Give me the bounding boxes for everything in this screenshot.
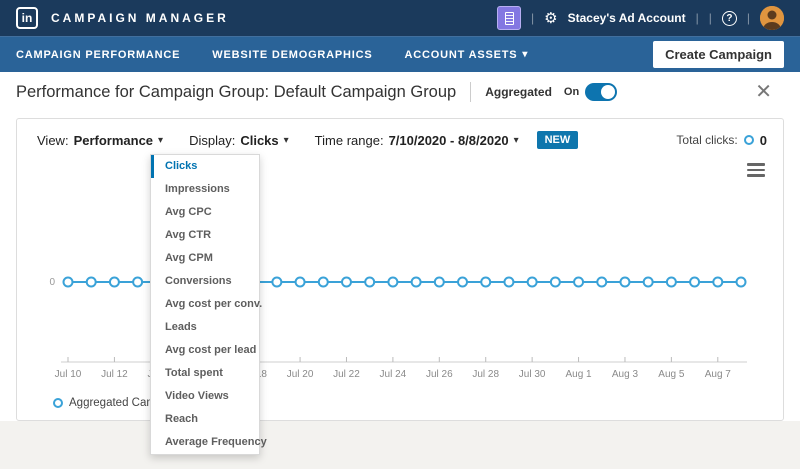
chevron-down-icon: ▾ [284, 135, 289, 146]
total-clicks-label: Total clicks: [676, 133, 737, 147]
separator: | [531, 11, 534, 25]
dropdown-item[interactable]: Avg cost per conv. [151, 293, 259, 316]
top-header: in CAMPAIGN MANAGER | ⚙ Stacey's Ad Acco… [0, 0, 800, 36]
dropdown-item[interactable]: Total spent [151, 362, 259, 385]
app-title: CAMPAIGN MANAGER [51, 11, 229, 25]
time-range-selector[interactable]: Time range: 7/10/2020 - 8/8/2020 ▾ [315, 133, 519, 148]
account-name[interactable]: Stacey's Ad Account [568, 11, 686, 25]
dropdown-item[interactable]: Reach [151, 408, 259, 431]
dropdown-item[interactable]: Average Frequency [151, 431, 259, 454]
create-campaign-button[interactable]: Create Campaign [653, 41, 784, 68]
aggregated-toggle[interactable] [585, 83, 617, 101]
svg-text:Aug 7: Aug 7 [705, 369, 732, 380]
svg-text:Aug 3: Aug 3 [612, 369, 639, 380]
svg-text:Jul 22: Jul 22 [333, 369, 360, 380]
dropdown-item[interactable]: Impressions [151, 178, 259, 201]
chevron-down-icon: ▾ [522, 49, 528, 60]
close-icon[interactable]: ✕ [755, 82, 772, 102]
linkedin-logo-icon[interactable]: in [16, 7, 38, 29]
nav-campaign-performance[interactable]: CAMPAIGN PERFORMANCE [16, 49, 180, 61]
total-clicks-value: 0 [760, 133, 767, 148]
top-header-right: | ⚙ Stacey's Ad Account | | ? | [497, 6, 784, 30]
page-title: Performance for Campaign Group: Default … [16, 83, 456, 102]
campaign-manager-page: in CAMPAIGN MANAGER | ⚙ Stacey's Ad Acco… [0, 0, 800, 469]
chevron-down-icon: ▾ [514, 135, 519, 146]
svg-text:Aug 1: Aug 1 [565, 369, 592, 380]
dropdown-item[interactable]: Avg CTR [151, 224, 259, 247]
performance-chart-svg: 0Jul 10Jul 12Jul 14Jul 16Jul 18Jul 20Jul… [17, 151, 783, 395]
chart-controls: View: Performance ▾ Display: Clicks ▾ Ti… [17, 119, 783, 149]
new-badge: NEW [537, 131, 579, 149]
aggregated-label: Aggregated [485, 85, 552, 99]
divider [470, 82, 471, 102]
nav-website-demographics[interactable]: WEBSITE DEMOGRAPHICS [212, 49, 372, 61]
view-value: Performance [74, 133, 153, 148]
chevron-down-icon: ▾ [158, 135, 163, 146]
separator: | [747, 11, 750, 25]
svg-text:Aug 5: Aug 5 [658, 369, 685, 380]
dropdown-item[interactable]: Avg CPC [151, 201, 259, 224]
display-label: Display: [189, 133, 235, 148]
business-app-icon[interactable] [497, 6, 521, 30]
separator: | [696, 11, 699, 25]
view-label: View: [37, 133, 69, 148]
separator: | [709, 11, 712, 25]
legend-marker-icon [53, 398, 63, 408]
linkedin-logo-text: in [22, 11, 33, 25]
toggle-state-label: On [564, 86, 579, 98]
svg-text:Jul 24: Jul 24 [380, 369, 407, 380]
display-selector[interactable]: Display: Clicks ▾ [189, 133, 289, 148]
dropdown-item[interactable]: Avg CPM [151, 247, 259, 270]
performance-card: View: Performance ▾ Display: Clicks ▾ Ti… [16, 118, 784, 421]
time-range-label: Time range: [315, 133, 384, 148]
nav-label: WEBSITE DEMOGRAPHICS [212, 49, 372, 61]
svg-text:Jul 10: Jul 10 [55, 369, 82, 380]
total-clicks: Total clicks: 0 [676, 133, 767, 148]
dropdown-item[interactable]: Video Views [151, 385, 259, 408]
view-selector[interactable]: View: Performance ▾ [37, 133, 163, 148]
time-range-value: 7/10/2020 - 8/8/2020 [389, 133, 509, 148]
avatar-image [760, 6, 784, 30]
nav-account-assets[interactable]: ACCOUNT ASSETS ▾ [405, 49, 529, 61]
dropdown-item[interactable]: Conversions [151, 270, 259, 293]
svg-text:0: 0 [49, 277, 55, 288]
dropdown-item[interactable]: Clicks [151, 155, 259, 178]
chart-legend[interactable]: Aggregated Campaign [17, 397, 783, 409]
main-nav: CAMPAIGN PERFORMANCE WEBSITE DEMOGRAPHIC… [0, 36, 800, 72]
svg-text:Jul 28: Jul 28 [472, 369, 499, 380]
user-avatar[interactable] [760, 6, 784, 30]
receipt-glyph-icon [505, 12, 514, 25]
title-bar: Performance for Campaign Group: Default … [0, 72, 800, 112]
svg-text:Jul 30: Jul 30 [519, 369, 546, 380]
dropdown-item[interactable]: Leads [151, 316, 259, 339]
svg-text:Jul 20: Jul 20 [287, 369, 314, 380]
settings-gear-icon[interactable]: ⚙ [544, 11, 557, 26]
help-icon[interactable]: ? [722, 11, 737, 26]
display-metric-dropdown: ClicksImpressionsAvg CPCAvg CTRAvg CPMCo… [150, 154, 260, 455]
dropdown-item[interactable]: Avg cost per lead [151, 339, 259, 362]
nav-label: CAMPAIGN PERFORMANCE [16, 49, 180, 61]
nav-label: ACCOUNT ASSETS [405, 49, 518, 61]
page-background [0, 421, 800, 469]
display-value: Clicks [240, 133, 278, 148]
series-marker-icon [744, 135, 754, 145]
toggle-knob [601, 85, 615, 99]
performance-chart: 0Jul 10Jul 12Jul 14Jul 16Jul 18Jul 20Jul… [17, 151, 783, 395]
svg-text:Jul 12: Jul 12 [101, 369, 128, 380]
svg-text:Jul 26: Jul 26 [426, 369, 453, 380]
